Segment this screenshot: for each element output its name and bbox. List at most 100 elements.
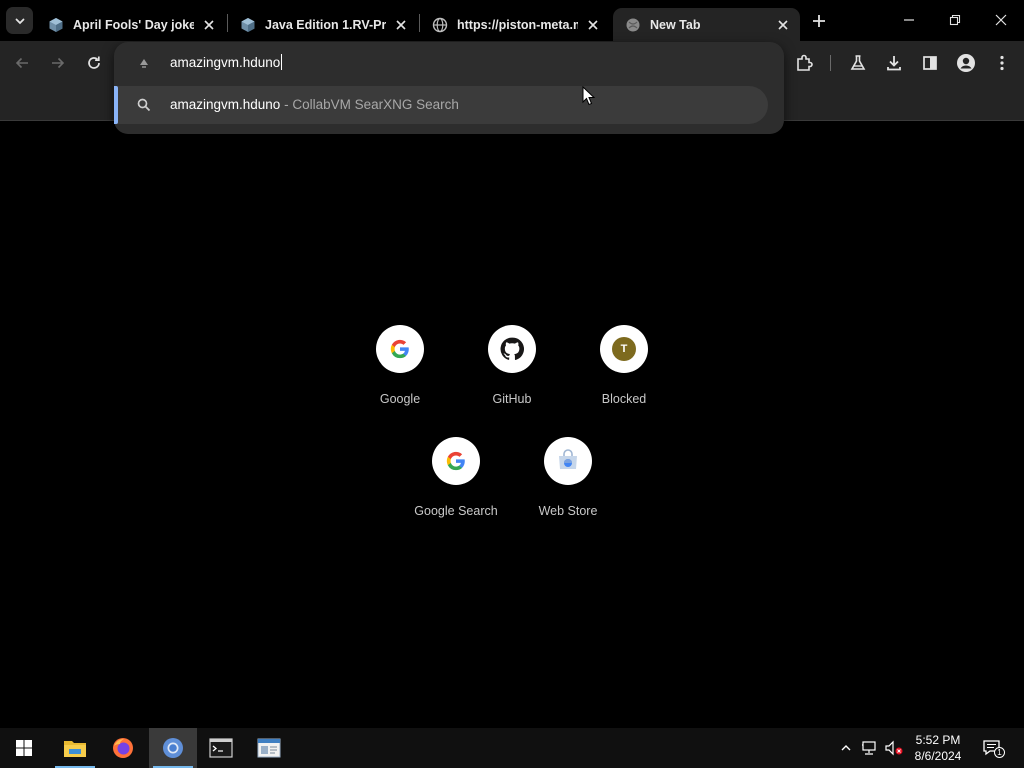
- restore-icon: [949, 14, 961, 26]
- arrow-right-icon: [52, 57, 65, 69]
- puzzle-icon: [797, 54, 813, 71]
- terminal-icon: [209, 738, 233, 758]
- shortcut-label: Web Store: [538, 504, 598, 518]
- taskbar: 5:52 PM 8/6/2024 1: [0, 728, 1024, 768]
- firefox-icon: [113, 738, 133, 758]
- globe-icon: [625, 17, 641, 33]
- close-icon[interactable]: [774, 16, 792, 34]
- action-center-button[interactable]: 1: [982, 738, 1005, 758]
- tab-new-tab[interactable]: New Tab: [613, 8, 800, 41]
- flask-icon: [850, 55, 866, 70]
- taskbar-firefox[interactable]: [99, 728, 147, 768]
- reload-button[interactable]: [80, 49, 108, 77]
- minecraft-wiki-icon: [48, 17, 64, 33]
- reload-icon: [88, 56, 100, 69]
- start-button[interactable]: [0, 728, 48, 768]
- address-bar-input[interactable]: amazingvm.hduno: [170, 54, 283, 70]
- toolbar-divider: [830, 55, 831, 71]
- google-icon: [446, 451, 465, 471]
- avatar-icon: [957, 54, 975, 72]
- new-tab-button[interactable]: [806, 8, 832, 34]
- shortcut-tile: [376, 325, 424, 373]
- chevron-up-icon: [841, 745, 851, 751]
- labs-button[interactable]: [846, 51, 870, 75]
- selection-indicator: [114, 86, 118, 124]
- minimize-button[interactable]: [886, 0, 932, 40]
- suggestion-engine: CollabVM SearXNG Search: [292, 97, 459, 112]
- shortcut-github[interactable]: GitHub: [456, 325, 568, 421]
- search-icon: [137, 98, 151, 112]
- restore-button[interactable]: [932, 0, 978, 40]
- arrow-left-icon: [15, 57, 28, 69]
- minecraft-wiki-icon: [240, 17, 256, 33]
- site-info-icon[interactable]: [136, 55, 152, 71]
- shortcut-google-search[interactable]: Google Search: [400, 437, 512, 533]
- suggestion-separator: -: [280, 97, 293, 112]
- taskbar-window-app[interactable]: [245, 728, 293, 768]
- shortcut-tile: T: [600, 325, 648, 373]
- forward-button[interactable]: [44, 49, 72, 77]
- minimize-icon: [904, 19, 914, 21]
- google-icon: [390, 339, 409, 359]
- shortcut-tile: [488, 325, 536, 373]
- close-icon[interactable]: [392, 16, 410, 34]
- shortcut-tile: [544, 437, 592, 485]
- tab-java-edition[interactable]: Java Edition 1.RV-Pre1: [228, 8, 418, 41]
- downloads-button[interactable]: [882, 51, 906, 75]
- shortcut-label: GitHub: [492, 392, 532, 406]
- tab-title: New Tab: [650, 17, 701, 32]
- side-panel-icon: [923, 56, 937, 70]
- chrome-icon: [163, 738, 183, 758]
- clock-date: 8/6/2024: [914, 749, 962, 763]
- tray-volume[interactable]: [884, 738, 904, 758]
- github-icon: [500, 337, 525, 360]
- mouse-cursor-icon: [582, 86, 596, 106]
- desktop-screen: April Fools' Day jokes Java Edition 1.RV…: [0, 0, 1024, 768]
- close-icon: [995, 14, 1007, 26]
- more-vert-icon: [1000, 55, 1004, 71]
- volume-muted-icon: [885, 740, 903, 756]
- notification-count: 1: [994, 747, 1005, 758]
- tab-search-button[interactable]: [6, 7, 33, 34]
- address-bar-value: amazingvm.hduno: [170, 55, 281, 70]
- taskbar-file-explorer[interactable]: [51, 728, 99, 768]
- tab-piston-meta[interactable]: https://piston-meta.m: [420, 8, 610, 41]
- windows-icon: [16, 740, 32, 756]
- taskbar-clock[interactable]: 5:52 PM 8/6/2024: [906, 732, 970, 764]
- taskbar-chrome[interactable]: [149, 728, 197, 768]
- app-window-icon: [257, 738, 281, 758]
- tray-network[interactable]: [860, 738, 880, 758]
- close-icon[interactable]: [200, 16, 218, 34]
- shortcut-label: Google Search: [414, 504, 498, 518]
- download-icon: [887, 56, 901, 71]
- network-icon: [862, 741, 876, 755]
- back-button[interactable]: [8, 49, 36, 77]
- close-window-button[interactable]: [978, 0, 1024, 40]
- tab-title: Java Edition 1.RV-Pre1: [265, 17, 386, 32]
- close-icon[interactable]: [584, 16, 602, 34]
- tab-title: https://piston-meta.m: [457, 17, 578, 32]
- tray-overflow-button[interactable]: [836, 738, 856, 758]
- shortcut-blocked[interactable]: T Blocked: [568, 325, 680, 421]
- omnibox-popup: amazingvm.hduno amazingvm.hduno - Collab…: [114, 42, 784, 134]
- shortcut-label: Blocked: [601, 392, 647, 406]
- clock-time: 5:52 PM: [915, 733, 961, 747]
- menu-button[interactable]: [990, 51, 1014, 75]
- plus-icon: [813, 15, 825, 27]
- side-panel-button[interactable]: [918, 51, 942, 75]
- tab-april-fools[interactable]: April Fools' Day jokes: [36, 8, 226, 41]
- folder-icon: [64, 741, 86, 757]
- web-store-icon: [559, 449, 577, 469]
- profile-button[interactable]: [954, 51, 978, 75]
- chevron-down-icon: [15, 18, 24, 24]
- shortcut-web-store[interactable]: Web Store: [512, 437, 624, 533]
- suggestion-query: amazingvm.hduno: [170, 97, 281, 112]
- extensions-button[interactable]: [792, 51, 816, 75]
- tab-strip: April Fools' Day jokes Java Edition 1.RV…: [0, 0, 1024, 41]
- letter-avatar: T: [612, 337, 636, 361]
- shortcut-label: Google: [379, 392, 421, 406]
- omnibox-suggestion[interactable]: amazingvm.hduno - CollabVM SearXNG Searc…: [114, 86, 768, 124]
- globe-icon: [432, 17, 448, 33]
- shortcut-google[interactable]: Google: [344, 325, 456, 421]
- taskbar-terminal[interactable]: [197, 728, 245, 768]
